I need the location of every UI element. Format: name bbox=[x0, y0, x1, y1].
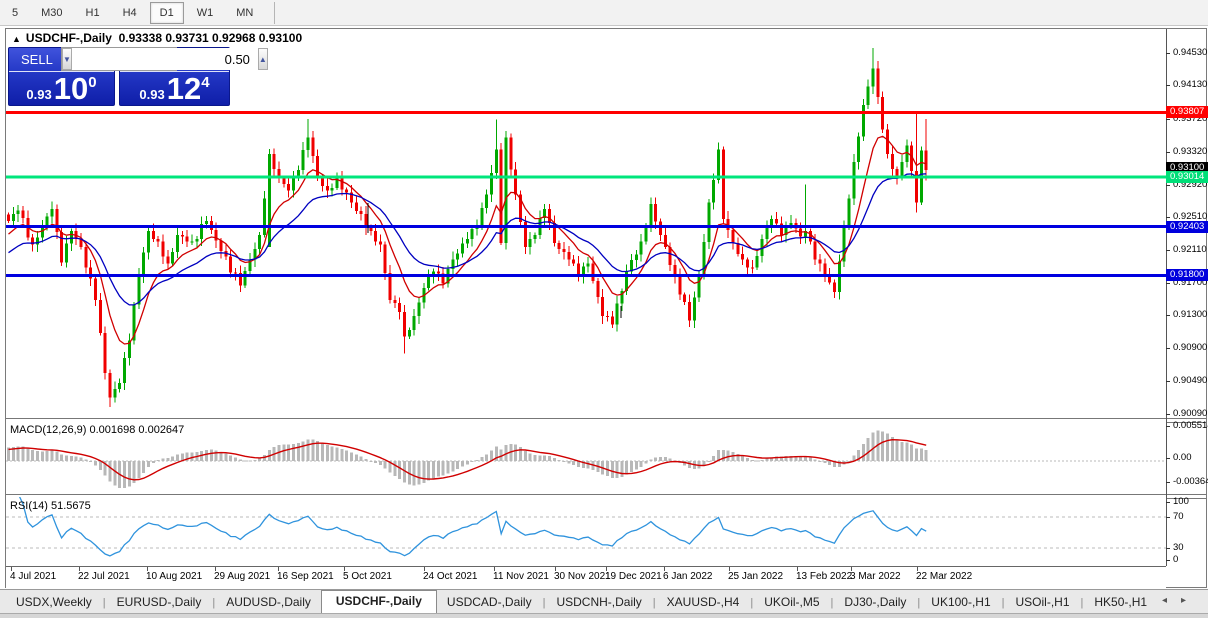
chart-tab-uk100-h1[interactable]: UK100-,H1 bbox=[921, 592, 1000, 613]
axis-label: 0.94530 bbox=[1168, 47, 1208, 58]
chart-tab-bar: USDX,Weekly|EURUSD-,Daily|AUDUSD-,DailyU… bbox=[0, 589, 1208, 618]
timeframe-button-m30[interactable]: M30 bbox=[31, 2, 72, 24]
date-label: 5 Oct 2021 bbox=[343, 571, 392, 582]
sell-button-label: SELL bbox=[21, 52, 53, 67]
axis-label: 0.91300 bbox=[1168, 309, 1208, 320]
down-arrow-icon: ▼ bbox=[63, 55, 71, 64]
chart-tab-ukoil-m5[interactable]: UKOil-,M5 bbox=[754, 592, 829, 613]
axis-label: 30 bbox=[1168, 542, 1208, 553]
buy-price-small: 0.93 bbox=[139, 87, 164, 102]
volume-control: ▼ ▲ bbox=[61, 47, 177, 71]
sell-price-sup: 0 bbox=[88, 74, 96, 91]
toolbar-separator bbox=[274, 2, 275, 24]
rsi-label: RSI(14) 51.5675 bbox=[10, 500, 91, 512]
chart-tab-usdcad-daily[interactable]: USDCAD-,Daily bbox=[437, 592, 542, 613]
timeframe-button-h1[interactable]: H1 bbox=[76, 2, 110, 24]
price-marker-green: 0.93014 bbox=[1166, 171, 1208, 183]
date-label: 29 Aug 2021 bbox=[214, 571, 270, 582]
price-marker-blue: 0.91800 bbox=[1166, 269, 1208, 281]
time-scale[interactable]: 4 Jul 2021 22 Jul 2021 10 Aug 2021 29 Aug 2… bbox=[6, 566, 1166, 589]
one-click-trading-panel: SELL 0.93 10 0 BUY 0.93 12 4 ▼ ▲ bbox=[8, 47, 230, 106]
mt4-terminal: 5M30H1H4D1W1MN ▲ USDCHF-,Daily 0.93338 0.… bbox=[0, 0, 1208, 618]
axis-label: 0.93320 bbox=[1168, 146, 1208, 157]
sell-price-small: 0.93 bbox=[26, 87, 51, 102]
date-label: 22 Jul 2021 bbox=[78, 571, 130, 582]
date-label: 22 Mar 2022 bbox=[916, 571, 972, 582]
date-label: 4 Jul 2021 bbox=[10, 571, 56, 582]
axis-label: 0.00 bbox=[1168, 452, 1208, 463]
timeframe-toolbar: 5M30H1H4D1W1MN bbox=[0, 0, 1208, 26]
chart-title: ▲ USDCHF-,Daily 0.93338 0.93731 0.92968 0… bbox=[12, 31, 302, 45]
chart-tab-usdchf-daily[interactable]: USDCHF-,Daily bbox=[321, 590, 437, 613]
axis-label: 0 bbox=[1168, 554, 1208, 565]
date-label: 6 Jan 2022 bbox=[663, 571, 713, 582]
chart-tab-usoil-h1[interactable]: USOil-,H1 bbox=[1006, 592, 1080, 613]
chart-symbol-label: USDCHF-,Daily bbox=[26, 31, 112, 45]
axis-label: 70 bbox=[1168, 511, 1208, 522]
tab-scroll-left-button[interactable]: ◂ bbox=[1162, 595, 1181, 606]
chart-tab-usdx-weekly[interactable]: USDX,Weekly bbox=[6, 592, 102, 613]
price-marker-blue: 0.92403 bbox=[1166, 221, 1208, 233]
expand-arrow-icon[interactable]: ▲ bbox=[12, 34, 21, 44]
date-label: 11 Nov 2021 bbox=[493, 571, 549, 582]
date-label: 16 Sep 2021 bbox=[277, 571, 334, 582]
tab-scroll-arrows: ◂▸ bbox=[1162, 595, 1200, 606]
date-label: 30 Nov 2021 bbox=[554, 571, 611, 582]
axis-label: 0.92110 bbox=[1168, 244, 1208, 255]
axis-label: 0.90090 bbox=[1168, 408, 1208, 419]
axis-label: 0.90490 bbox=[1168, 375, 1208, 386]
axis-label: 100 bbox=[1168, 496, 1208, 507]
chart-tab-usdcnh-daily[interactable]: USDCNH-,Daily bbox=[546, 592, 651, 613]
axis-label: 0.005514 bbox=[1168, 420, 1208, 431]
volume-input[interactable] bbox=[72, 48, 258, 70]
date-label: 3 Mar 2022 bbox=[850, 571, 901, 582]
axis-label: 0.94130 bbox=[1168, 79, 1208, 90]
buy-price-sup: 4 bbox=[201, 74, 209, 91]
tab-scroll-right-button[interactable]: ▸ bbox=[1181, 595, 1200, 606]
timeframe-button-mn[interactable]: MN bbox=[226, 2, 263, 24]
chart-tab-xauusd-h4[interactable]: XAUUSD-,H4 bbox=[657, 592, 750, 613]
buy-price: 0.93 12 4 bbox=[120, 73, 229, 105]
axis-label: -0.003642 bbox=[1168, 476, 1208, 487]
chart-tab-eurusd-daily[interactable]: EURUSD-,Daily bbox=[107, 592, 212, 613]
chart-tab-dj30-daily[interactable]: DJ30-,Daily bbox=[834, 592, 916, 613]
volume-decrease-button[interactable]: ▼ bbox=[62, 48, 72, 70]
timeframe-button-d1[interactable]: D1 bbox=[150, 2, 184, 24]
chart-tabs: USDX,Weekly|EURUSD-,Daily|AUDUSD-,DailyU… bbox=[0, 590, 1208, 613]
date-label: 10 Aug 2021 bbox=[146, 571, 202, 582]
timeframe-button-h4[interactable]: H4 bbox=[113, 2, 147, 24]
chart-ohlc-values: 0.93338 0.93731 0.92968 0.93100 bbox=[119, 31, 303, 45]
chart-tab-hk50-h1[interactable]: HK50-,H1 bbox=[1084, 592, 1157, 613]
buy-price-big: 12 bbox=[167, 73, 201, 105]
date-label: 25 Jan 2022 bbox=[728, 571, 783, 582]
timeframe-button-w1[interactable]: W1 bbox=[187, 2, 224, 24]
sell-price-big: 10 bbox=[54, 73, 88, 105]
date-label: 24 Oct 2021 bbox=[423, 571, 477, 582]
price-marker-red: 0.93807 bbox=[1166, 106, 1208, 118]
axis-label: 0.90900 bbox=[1168, 342, 1208, 353]
tab-bar-strip bbox=[0, 613, 1208, 618]
volume-increase-button[interactable]: ▲ bbox=[258, 48, 268, 70]
timeframe-button-5[interactable]: 5 bbox=[2, 2, 28, 24]
rsi-indicator-pane[interactable] bbox=[6, 497, 1166, 566]
date-label: 19 Dec 2021 bbox=[605, 571, 662, 582]
macd-label: MACD(12,26,9) 0.001698 0.002647 bbox=[10, 424, 184, 436]
chart-tab-audusd-daily[interactable]: AUDUSD-,Daily bbox=[216, 592, 321, 613]
up-arrow-icon: ▲ bbox=[259, 55, 267, 64]
sell-price: 0.93 10 0 bbox=[9, 73, 114, 105]
date-label: 13 Feb 2022 bbox=[796, 571, 852, 582]
